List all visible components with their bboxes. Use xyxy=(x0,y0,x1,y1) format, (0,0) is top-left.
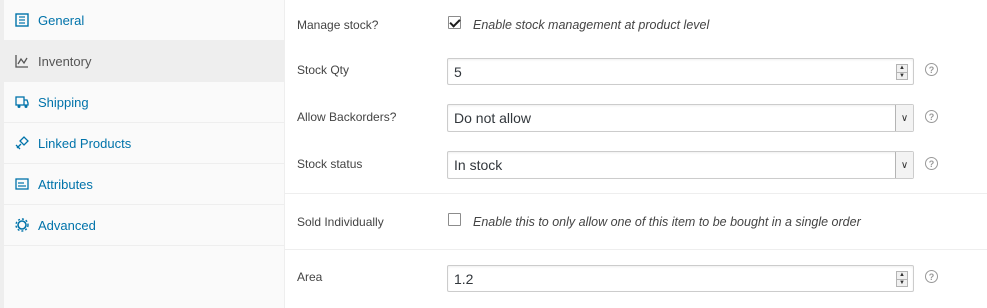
tab-advanced[interactable]: Advanced xyxy=(4,205,285,246)
sold-individually-description: Enable this to only allow one of this it… xyxy=(473,215,861,229)
inventory-panel: Manage stock? Enable stock management at… xyxy=(285,0,987,308)
tab-label-advanced: Advanced xyxy=(38,217,96,233)
tab-linked-products[interactable]: Linked Products xyxy=(4,123,285,164)
chevron-down-icon: ∨ xyxy=(895,105,913,131)
stock-status-label: Stock status xyxy=(297,157,363,171)
stock-status-select[interactable]: In stock ∨ xyxy=(447,151,914,179)
tab-label-linked-products: Linked Products xyxy=(38,135,132,151)
general-icon xyxy=(14,12,30,28)
spinner-down-icon[interactable]: ▼ xyxy=(897,278,907,287)
tab-shipping[interactable]: Shipping xyxy=(4,82,285,123)
inventory-icon xyxy=(14,53,30,69)
area-value: 1.2 xyxy=(454,270,474,287)
section-divider xyxy=(285,249,987,250)
manage-stock-checkbox[interactable] xyxy=(448,16,461,29)
sold-individually-label: Sold Individually xyxy=(297,215,384,229)
tab-attributes[interactable]: Attributes xyxy=(4,164,285,205)
manage-stock-description: Enable stock management at product level xyxy=(473,18,710,32)
chevron-down-icon: ∨ xyxy=(895,152,913,178)
allow-backorders-help-icon[interactable]: ? xyxy=(925,110,938,123)
allow-backorders-select[interactable]: Do not allow ∨ xyxy=(447,104,914,132)
area-help-icon[interactable]: ? xyxy=(925,270,938,283)
tab-inventory[interactable]: Inventory xyxy=(4,41,285,82)
shipping-icon xyxy=(14,94,30,110)
attributes-icon xyxy=(14,176,30,192)
tab-label-attributes: Attributes xyxy=(38,176,93,192)
stock-status-help-icon[interactable]: ? xyxy=(925,157,938,170)
area-spinner[interactable]: ▲ ▼ xyxy=(896,271,908,287)
allow-backorders-value: Do not allow xyxy=(454,110,532,126)
spinner-down-icon[interactable]: ▼ xyxy=(897,71,907,80)
tab-label-general: General xyxy=(38,12,85,28)
tab-label-shipping: Shipping xyxy=(38,94,89,110)
manage-stock-label: Manage stock? xyxy=(297,18,379,32)
product-data-tabs: General Inventory Shipping Linked Produc… xyxy=(0,0,285,308)
stock-qty-spinner[interactable]: ▲ ▼ xyxy=(896,64,908,80)
allow-backorders-label: Allow Backorders? xyxy=(297,110,397,124)
linked-products-icon xyxy=(14,135,30,151)
advanced-icon xyxy=(14,217,30,233)
stock-qty-label: Stock Qty xyxy=(297,63,350,77)
stock-qty-input[interactable]: 5 ▲ ▼ xyxy=(447,58,914,85)
sold-individually-checkbox[interactable] xyxy=(448,213,461,226)
tab-general[interactable]: General xyxy=(4,0,285,41)
stock-qty-help-icon[interactable]: ? xyxy=(925,63,938,76)
tab-label-inventory: Inventory xyxy=(38,53,92,69)
section-divider xyxy=(285,193,987,194)
area-input[interactable]: 1.2 ▲ ▼ xyxy=(447,265,914,292)
area-label: Area xyxy=(297,270,323,284)
stock-status-value: In stock xyxy=(454,157,503,173)
stock-qty-value: 5 xyxy=(454,63,462,80)
